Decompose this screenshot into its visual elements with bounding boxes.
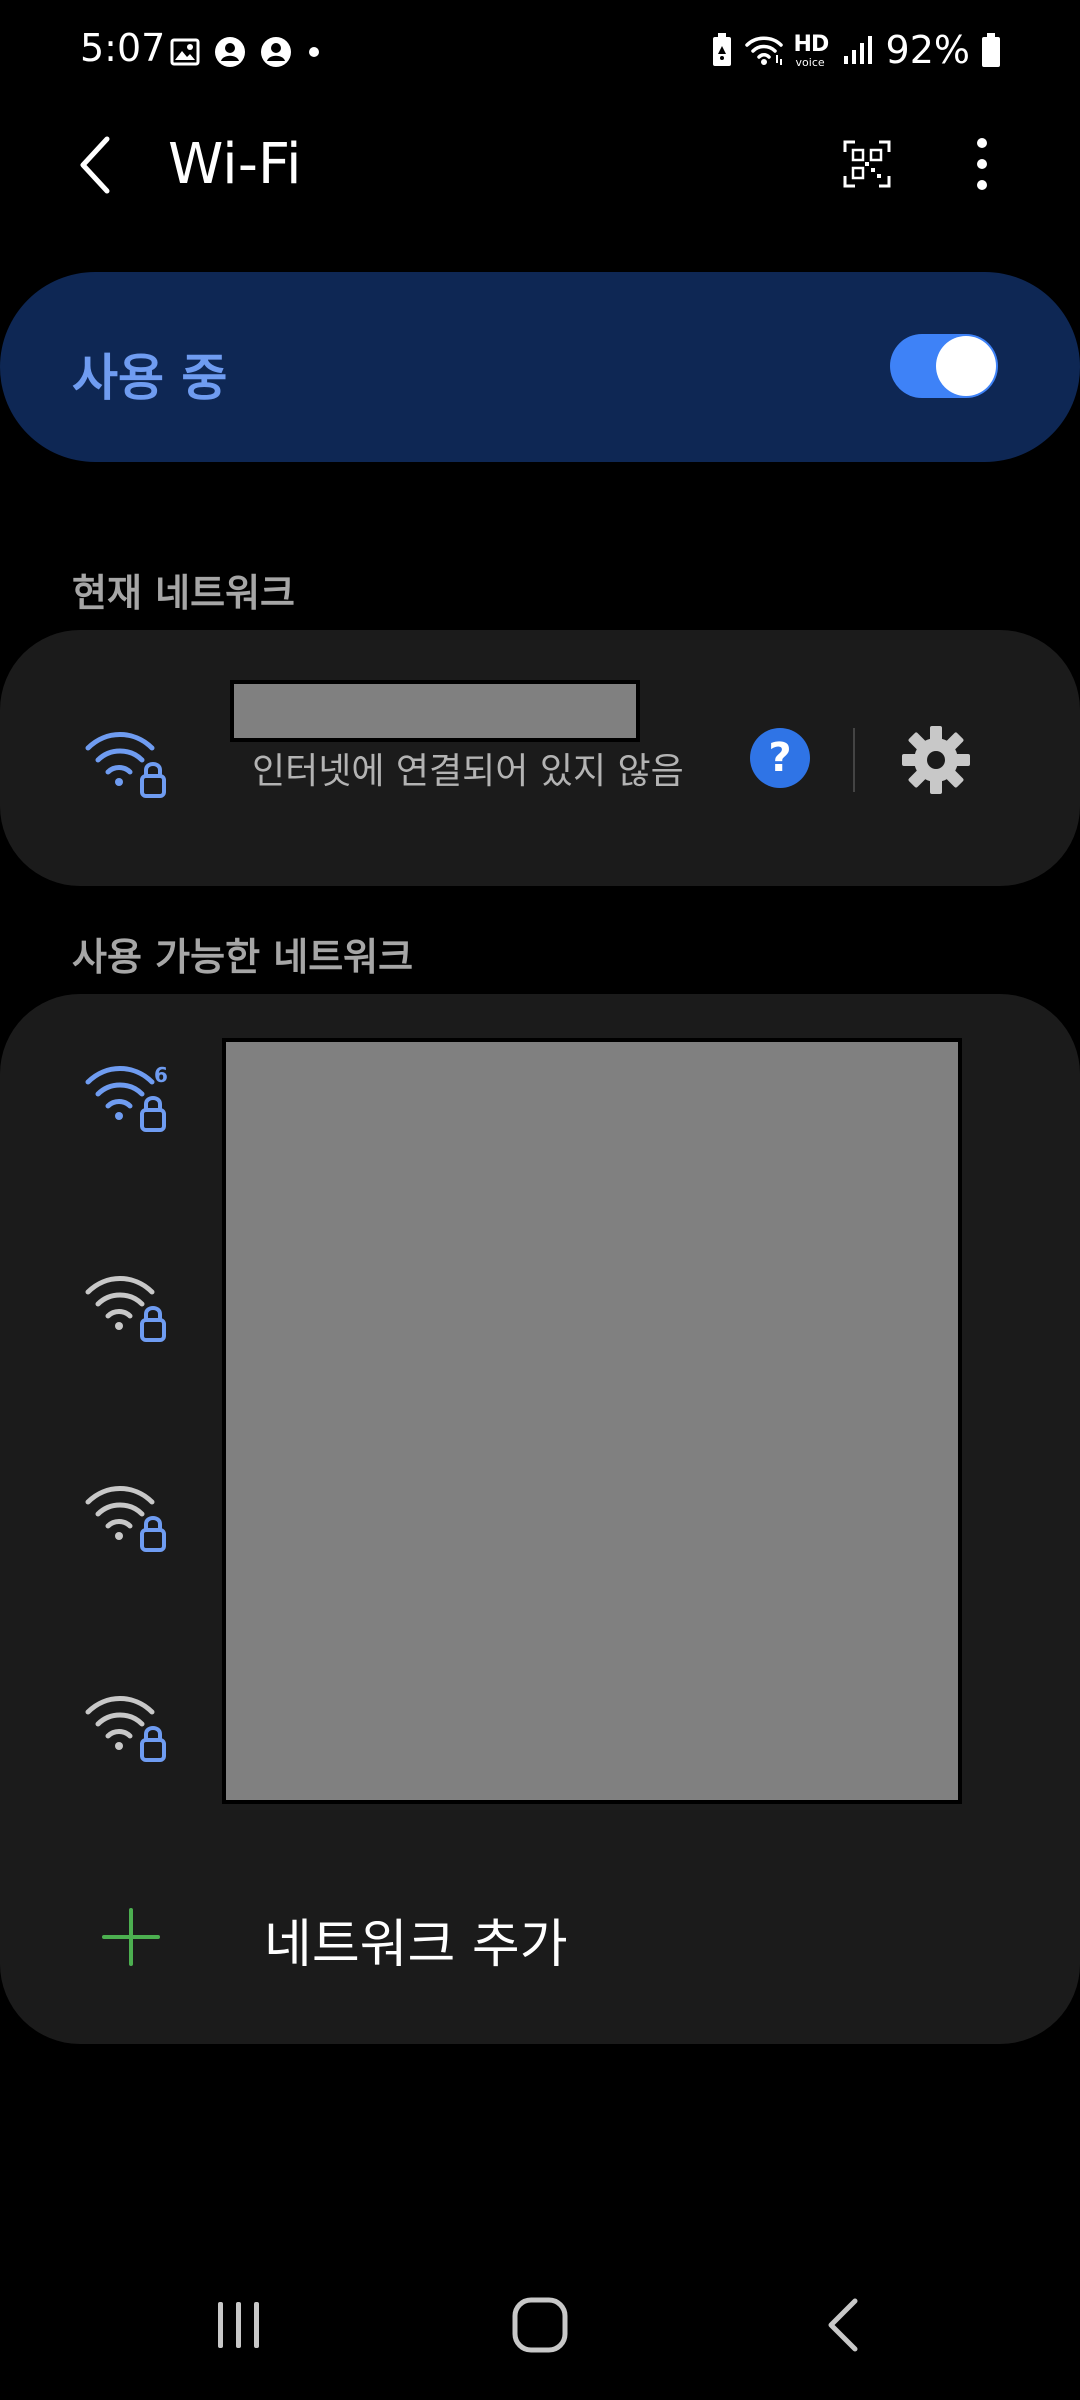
account-icon bbox=[215, 37, 245, 67]
divider bbox=[853, 728, 855, 792]
qr-scan-button[interactable] bbox=[835, 132, 899, 196]
wifi-locked-icon bbox=[84, 724, 168, 802]
gallery-icon bbox=[170, 38, 200, 66]
current-network-header: 현재 네트워크 bbox=[72, 571, 295, 615]
hd-text: HD bbox=[793, 32, 830, 57]
home-icon bbox=[512, 2297, 568, 2353]
recents-button[interactable] bbox=[194, 2280, 284, 2370]
back-button[interactable] bbox=[60, 130, 130, 200]
more-options-button[interactable] bbox=[950, 128, 1014, 200]
add-network-button[interactable]: 네트워크 추가 bbox=[264, 1902, 568, 1977]
notification-icons bbox=[170, 32, 322, 72]
back-arrow-icon bbox=[80, 136, 110, 194]
wifi-locked-icon[interactable] bbox=[84, 1478, 168, 1556]
account-icon bbox=[261, 37, 291, 67]
toggle-knob bbox=[936, 336, 996, 396]
qr-scan-icon bbox=[843, 140, 891, 188]
help-icon: ? bbox=[768, 735, 792, 781]
available-networks-card: 6 네트워크 추가 bbox=[0, 994, 1080, 2044]
app-bar: Wi-Fi bbox=[0, 110, 1080, 220]
battery-icon bbox=[982, 33, 1000, 67]
system-status-icons: HD voice 92% bbox=[710, 26, 1002, 74]
hd-voice-indicator: HD voice bbox=[794, 30, 832, 70]
help-button[interactable]: ? bbox=[750, 728, 810, 788]
more-vertical-icon bbox=[977, 138, 987, 190]
current-network-name-redacted[interactable] bbox=[230, 680, 640, 742]
page-title: Wi-Fi bbox=[168, 132, 302, 197]
current-network-card: 인터넷에 연결되어 있지 않음 ? bbox=[0, 630, 1080, 886]
current-network-status: 인터넷에 연결되어 있지 않음 bbox=[252, 751, 684, 792]
back-nav-button[interactable] bbox=[798, 2280, 888, 2370]
network-settings-button[interactable] bbox=[898, 722, 974, 798]
available-networks-list-redacted[interactable] bbox=[222, 1038, 962, 1804]
wifi-status-icon bbox=[744, 36, 783, 65]
wifi-toggle[interactable] bbox=[890, 334, 998, 398]
status-bar: 5:07 HD voice 92% bbox=[0, 0, 1080, 100]
status-time: 5:07 bbox=[80, 26, 166, 70]
available-networks-header: 사용 가능한 네트워크 bbox=[72, 935, 414, 979]
gear-icon bbox=[902, 726, 970, 794]
dot-icon bbox=[309, 47, 319, 57]
wifi6-badge: 6 bbox=[154, 1063, 168, 1087]
wifi6-locked-icon[interactable]: 6 bbox=[84, 1058, 168, 1136]
wifi-locked-icon[interactable] bbox=[84, 1688, 168, 1766]
back-nav-icon bbox=[828, 2298, 858, 2352]
wifi-settings-screen: 5:07 HD voice 92% Wi-Fi 사용 중 현재 네트워크 인터넷… bbox=[0, 0, 1080, 2400]
voice-text: voice bbox=[795, 56, 825, 69]
wifi-master-switch-row[interactable]: 사용 중 bbox=[0, 272, 1080, 462]
wifi-locked-icon[interactable] bbox=[84, 1268, 168, 1346]
battery-percent: 92% bbox=[885, 28, 970, 72]
add-network-icon[interactable] bbox=[100, 1906, 162, 1968]
battery-saver-icon bbox=[712, 33, 731, 66]
signal-icon bbox=[843, 36, 872, 64]
system-nav-bar bbox=[0, 2270, 1080, 2380]
home-button[interactable] bbox=[495, 2280, 585, 2370]
master-switch-label: 사용 중 bbox=[72, 349, 228, 407]
recents-icon bbox=[218, 2302, 259, 2348]
